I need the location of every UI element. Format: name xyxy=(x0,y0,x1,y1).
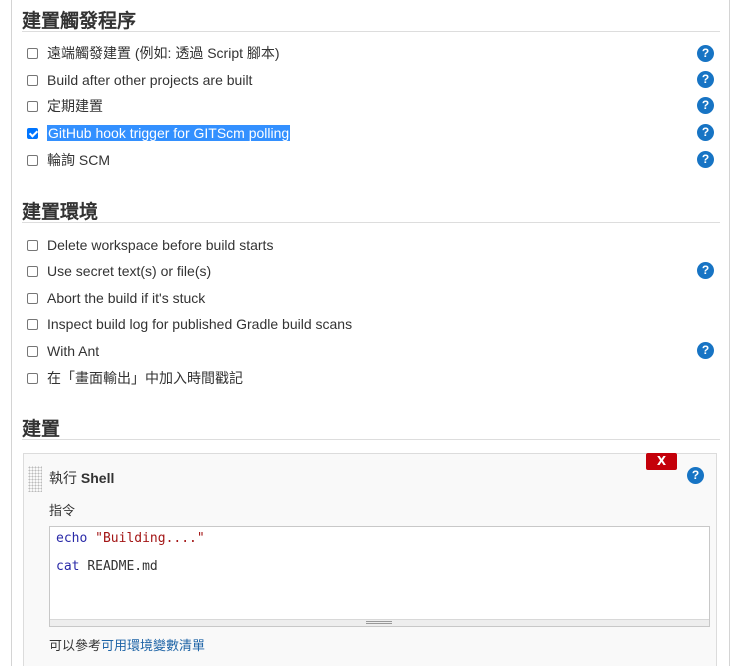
option-github-hook-trigger[interactable]: GitHub hook trigger for GITScm polling xyxy=(27,123,291,143)
drag-handle-icon[interactable] xyxy=(28,466,42,492)
checkbox-checked[interactable] xyxy=(27,127,38,139)
option-periodic-build[interactable]: 定期建置 xyxy=(27,96,103,116)
code-line: echo "Building...." xyxy=(56,531,205,546)
option-label: 遠端觸發建置 (例如: 透過 Script 腳本) xyxy=(47,45,280,61)
code-argument: README.md xyxy=(87,559,158,574)
help-icon[interactable]: ? xyxy=(697,342,714,359)
checkbox[interactable] xyxy=(27,239,38,251)
section-divider xyxy=(22,222,720,223)
help-icon[interactable]: ? xyxy=(697,71,714,88)
section-title-triggers: 建置觸發程序 xyxy=(22,10,137,32)
option-label: 定期建置 xyxy=(47,98,103,114)
help-icon[interactable]: ? xyxy=(697,151,714,168)
option-label: 輪詢 SCM xyxy=(47,152,110,168)
option-timestamps[interactable]: 在「畫面輸出」中加入時間戳記 xyxy=(27,368,243,388)
section-title-build: 建置 xyxy=(22,418,61,440)
option-gradle-build-scans[interactable]: Inspect build log for published Gradle b… xyxy=(27,314,352,334)
help-icon[interactable]: ? xyxy=(697,124,714,141)
option-label: Build after other projects are built xyxy=(47,72,253,88)
option-label: Delete workspace before build starts xyxy=(47,237,274,253)
help-icon[interactable]: ? xyxy=(697,97,714,114)
checkbox[interactable] xyxy=(27,372,38,384)
option-label: Use secret text(s) or file(s) xyxy=(47,263,212,279)
option-delete-workspace[interactable]: Delete workspace before build starts xyxy=(27,235,273,255)
command-editor[interactable]: echo "Building...." cat README.md xyxy=(49,526,710,627)
option-with-ant[interactable]: With Ant xyxy=(27,341,99,361)
option-poll-scm[interactable]: 輪詢 SCM xyxy=(27,150,110,170)
editor-resize-handle[interactable] xyxy=(50,619,709,626)
option-remote-trigger[interactable]: 遠端觸發建置 (例如: 透過 Script 腳本) xyxy=(27,43,280,63)
delete-step-button[interactable]: X xyxy=(646,453,677,470)
code-line: cat README.md xyxy=(56,559,158,574)
build-step-title-name: Shell xyxy=(80,470,115,486)
env-vars-note: 可以參考可用環境變數清單 xyxy=(49,635,205,654)
panel-left-border xyxy=(11,0,12,666)
code-keyword: cat xyxy=(56,559,80,574)
option-secret-text[interactable]: Use secret text(s) or file(s) xyxy=(27,261,211,281)
option-build-after-other[interactable]: Build after other projects are built xyxy=(27,70,252,90)
section-title-environment: 建置環境 xyxy=(22,201,99,223)
panel-right-border xyxy=(729,0,730,666)
option-label: GitHub hook trigger for GITScm polling xyxy=(47,125,291,141)
checkbox[interactable] xyxy=(27,292,38,304)
checkbox[interactable] xyxy=(27,100,38,112)
command-label: 指令 xyxy=(49,503,76,518)
section-divider xyxy=(22,439,720,440)
checkbox[interactable] xyxy=(27,345,38,357)
option-label: Abort the build if it's stuck xyxy=(47,290,206,306)
code-keyword: echo xyxy=(56,531,88,546)
help-icon[interactable]: ? xyxy=(697,45,714,62)
help-icon[interactable]: ? xyxy=(687,467,704,484)
option-label: Inspect build log for published Gradle b… xyxy=(47,316,353,332)
checkbox[interactable] xyxy=(27,318,38,330)
build-step-title: 執行 Shell xyxy=(49,468,114,488)
checkbox[interactable] xyxy=(27,47,38,59)
build-step-title-prefix: 執行 xyxy=(49,470,77,486)
checkbox[interactable] xyxy=(27,74,38,86)
option-abort-if-stuck[interactable]: Abort the build if it's stuck xyxy=(27,288,205,308)
help-icon[interactable]: ? xyxy=(697,262,714,279)
resize-grip-icon xyxy=(366,621,392,624)
checkbox[interactable] xyxy=(27,265,38,277)
option-label: 在「畫面輸出」中加入時間戳記 xyxy=(47,370,243,386)
section-divider xyxy=(22,31,720,32)
env-vars-note-prefix: 可以參考 xyxy=(49,638,102,653)
env-vars-link[interactable]: 可用環境變數清單 xyxy=(101,638,205,653)
code-string: "Building...." xyxy=(95,531,205,546)
option-label: With Ant xyxy=(47,343,100,359)
checkbox[interactable] xyxy=(27,154,38,166)
